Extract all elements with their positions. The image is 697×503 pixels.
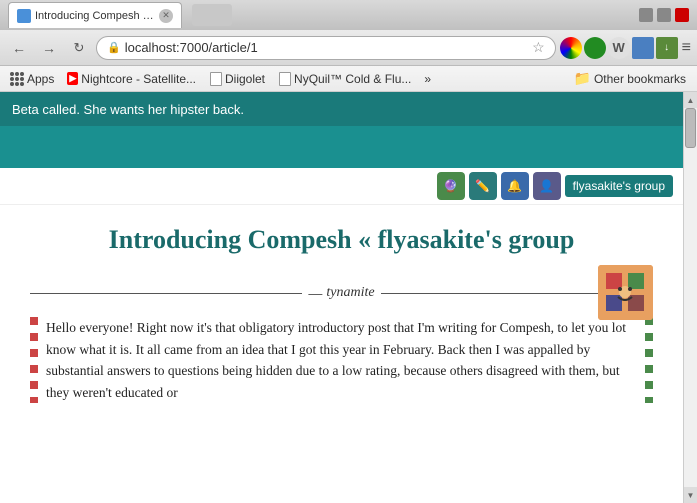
bookmarks-more-button[interactable]: » [420, 70, 435, 88]
article-title-part2: flyasakite's group [378, 225, 575, 254]
author-dash: — [308, 285, 322, 301]
new-tab-button[interactable] [192, 4, 232, 26]
nav-icons: W ↓ [560, 37, 678, 59]
article-area: Introducing Compesh « flyasakite's group… [0, 205, 683, 423]
article-title-part1: Introducing Compesh [109, 225, 352, 254]
bookmark-nightcore[interactable]: ▶ Nightcore - Satellite... [62, 70, 201, 88]
folder-icon: 📁 [574, 70, 591, 87]
titlebar: Introducing Compesh « fli... ✕ [0, 0, 697, 30]
page-content: Beta called. She wants her hipster back.… [0, 92, 683, 503]
active-tab[interactable]: Introducing Compesh « fli... ✕ [8, 2, 182, 28]
w-circle-icon[interactable]: W [608, 37, 630, 59]
author-name: tynamite [326, 285, 374, 301]
other-bookmarks-label: Other bookmarks [594, 72, 686, 86]
left-decoration [30, 317, 38, 403]
scrollbar-track[interactable] [684, 108, 697, 487]
menu-button[interactable]: ≡ [682, 39, 691, 57]
close-button[interactable] [675, 8, 689, 22]
blue-rect-icon[interactable] [632, 37, 654, 59]
group-label[interactable]: flyasakite's group [565, 175, 673, 197]
maximize-button[interactable] [657, 8, 671, 22]
navbar: ← → ↻ 🔒 localhost:7000/article/1 ☆ W ↓ ≡ [0, 30, 697, 66]
bookmark-star-icon[interactable]: ☆ [532, 39, 545, 56]
tab-favicon [17, 9, 31, 23]
article-body-text: Hello everyone! Right now it's that obli… [46, 317, 637, 403]
bookmark-diigolet-label: Diigolet [225, 72, 265, 86]
other-bookmarks-folder[interactable]: 📁 Other bookmarks [569, 68, 691, 89]
bookmark-nyquil[interactable]: NyQuil™ Cold & Flu... [274, 70, 416, 88]
notification-text: Beta called. She wants her hipster back. [12, 102, 244, 117]
article-title-separator: « [358, 225, 378, 254]
content-with-sides: Hello everyone! Right now it's that obli… [30, 317, 653, 403]
author-avatar [598, 265, 653, 320]
apps-label: Apps [27, 72, 54, 86]
bookmarks-bar: Apps ▶ Nightcore - Satellite... Diigolet… [0, 66, 697, 92]
article-body: Hello everyone! Right now it's that obli… [38, 317, 645, 403]
scrollbar-down-button[interactable]: ▼ [684, 487, 697, 503]
tab-title: Introducing Compesh « fli... [35, 10, 155, 22]
arrow-icon[interactable]: ↓ [656, 37, 678, 59]
browser-window: Introducing Compesh « fli... ✕ ← → ↻ 🔒 l… [0, 0, 697, 503]
bookmark-nyquil-label: NyQuil™ Cold & Flu... [294, 72, 411, 86]
author-line-left [30, 293, 302, 294]
back-button[interactable]: ← [6, 35, 32, 61]
tab-close-button[interactable]: ✕ [159, 9, 173, 23]
scrollbar: ▲ ▼ [683, 92, 697, 503]
url-text: localhost:7000/article/1 [125, 40, 258, 55]
toolbar-icon-4[interactable]: 👤 [533, 172, 561, 200]
rainbow-circle-icon[interactable] [560, 37, 582, 59]
scrollbar-up-button[interactable]: ▲ [684, 92, 697, 108]
toolbar-icon-3[interactable]: 🔔 [501, 172, 529, 200]
minimize-button[interactable] [639, 8, 653, 22]
article-title: Introducing Compesh « flyasakite's group [30, 205, 653, 285]
notification-bar: Beta called. She wants her hipster back. [0, 92, 683, 126]
author-row: — tynamite [30, 285, 653, 301]
right-decoration [645, 317, 653, 403]
toolbar-icon-1[interactable]: 🔮 [437, 172, 465, 200]
page-wrapper: Beta called. She wants her hipster back.… [0, 92, 697, 503]
avatar-image [598, 265, 653, 320]
apps-grid-icon [10, 72, 24, 86]
scrollbar-thumb[interactable] [685, 108, 696, 148]
window-controls [639, 8, 689, 22]
youtube-icon: ▶ [67, 72, 78, 85]
toolbar-row: 🔮 ✏️ 🔔 👤 flyasakite's group [0, 168, 683, 205]
refresh-button[interactable]: ↻ [66, 35, 92, 61]
green-circle-icon[interactable] [584, 37, 606, 59]
bookmark-nightcore-label: Nightcore - Satellite... [81, 72, 196, 86]
url-lock-icon: 🔒 [107, 41, 121, 54]
toolbar-icon-2[interactable]: ✏️ [469, 172, 497, 200]
bookmark-diigolet[interactable]: Diigolet [205, 70, 270, 88]
page-icon-2 [279, 72, 291, 86]
page-icon [210, 72, 222, 86]
forward-button[interactable]: → [36, 35, 62, 61]
teal-header [0, 126, 683, 168]
apps-bookmark[interactable]: Apps [6, 70, 58, 88]
url-bar[interactable]: 🔒 localhost:7000/article/1 ☆ [96, 36, 556, 60]
